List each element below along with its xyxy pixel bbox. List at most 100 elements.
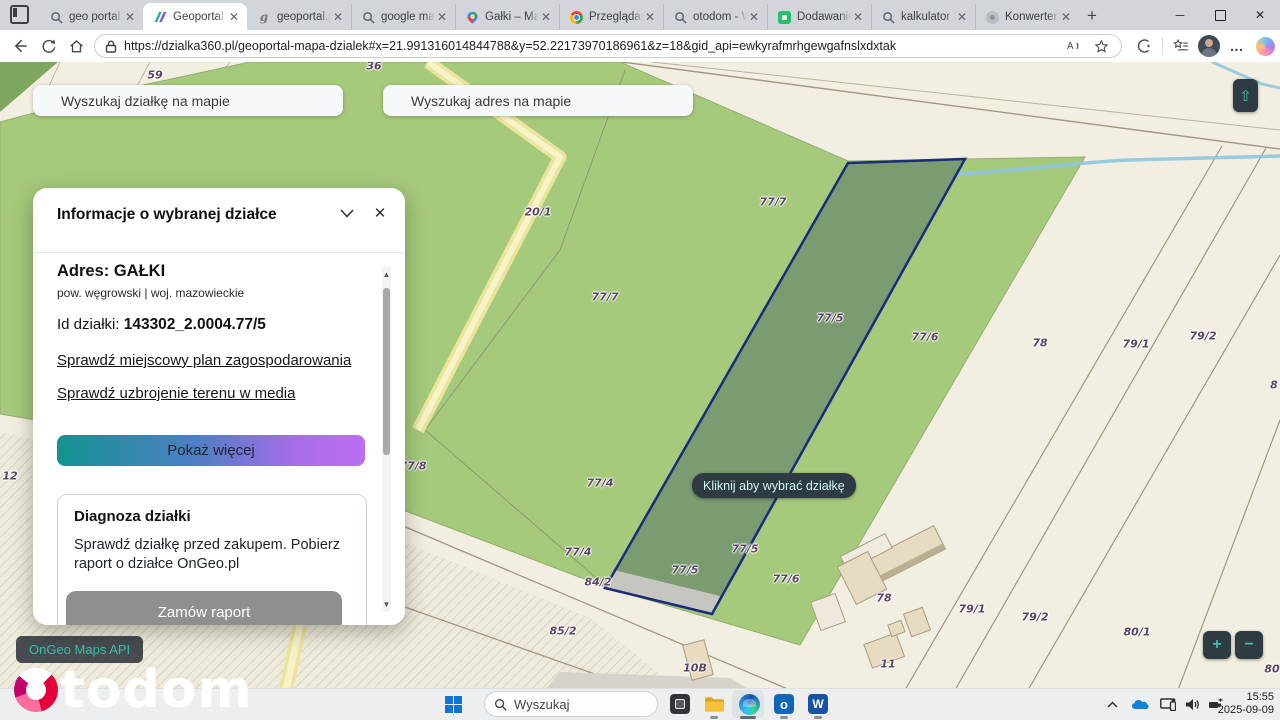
phone-link-icon[interactable] [1156, 692, 1180, 716]
clock-time: 15:55 [1218, 691, 1274, 704]
browser-essentials-icon[interactable] [1130, 33, 1158, 59]
search-favicon [673, 10, 687, 24]
lock-icon [105, 40, 117, 53]
taskbar-app-snip[interactable] [668, 692, 692, 716]
browser-toolbar: https://dzialka360.pl/geoportal-mapa-dzi… [0, 30, 1280, 63]
profile-avatar[interactable] [1195, 33, 1223, 59]
tab-label: Gałki – Map [485, 11, 539, 23]
outlook-icon[interactable]: o [772, 692, 796, 716]
home-icon[interactable] [62, 33, 90, 59]
taskbar-search[interactable]: Wyszukaj [484, 691, 658, 717]
search-favicon [49, 10, 63, 24]
tab-close-icon[interactable]: ✕ [227, 11, 241, 23]
new-tab-button[interactable]: + [1079, 7, 1107, 30]
favorite-star-icon[interactable] [1087, 33, 1115, 59]
taskbar-clock[interactable]: 15:55 2025-09-09 [1218, 691, 1274, 717]
tab-close-icon[interactable]: ✕ [331, 11, 345, 23]
tray-chevron-up-icon[interactable] [1100, 692, 1124, 716]
grayapp-favicon [985, 10, 999, 24]
tab-close-icon[interactable]: ✕ [747, 11, 761, 23]
edge-taskbar-icon[interactable] [737, 692, 761, 716]
tab-ga-ki-map[interactable]: Gałki – Map✕ [455, 4, 559, 30]
address-bar[interactable]: https://dzialka360.pl/geoportal-mapa-dzi… [94, 34, 1122, 58]
ongeo-api-badge[interactable]: OnGeo Maps API [16, 636, 143, 663]
taskbar-search-label: Wyszukaj [514, 697, 570, 712]
tab-google-map[interactable]: google map✕ [351, 4, 455, 30]
share-arrow-button[interactable]: ⇧ [1233, 79, 1258, 112]
parcel-address: Adres: GAŁKI [57, 262, 165, 281]
onedrive-cloud-icon[interactable] [1128, 692, 1152, 716]
tabs-container: geo portal 3✕Geoportal D✕ggeoportal.g✕go… [39, 0, 1079, 30]
close-panel-icon[interactable]: ✕ [369, 202, 391, 224]
tab-close-icon[interactable]: ✕ [955, 11, 969, 23]
zoom-in-button[interactable]: + [1203, 631, 1231, 659]
maximize-button[interactable] [1200, 0, 1240, 30]
read-aloud-icon[interactable]: A [1059, 33, 1087, 59]
zoom-out-button[interactable]: − [1235, 631, 1263, 659]
parcel-info-panel: Informacje o wybranej działce ✕ Adres: G… [33, 188, 405, 625]
dzialka-favicon [153, 10, 167, 24]
tab-geoportal-d[interactable]: Geoportal D✕ [143, 3, 247, 30]
diagnosis-text: Sprawdź działkę przed zakupem. Pobierz r… [74, 536, 346, 574]
tab-kalkulator-h[interactable]: kalkulator h✕ [871, 4, 975, 30]
plan-link[interactable]: Sprawdź miejscowy plan zagospodarowania [57, 352, 351, 369]
greenapp-favicon [777, 10, 791, 24]
tab-close-icon[interactable]: ✕ [539, 11, 553, 23]
tab-label: kalkulator h [901, 11, 955, 23]
tab-close-icon[interactable]: ✕ [851, 11, 865, 23]
toolbar-divider [1162, 37, 1163, 55]
tab-geo-portal-3[interactable]: geo portal 3✕ [39, 4, 143, 30]
scroll-down-icon[interactable]: ▼ [381, 600, 392, 610]
search-favicon [881, 10, 895, 24]
tab-label: Konwerter h [1005, 11, 1059, 23]
tab-label: Dodawanie [797, 11, 851, 23]
more-options-icon[interactable]: … [1223, 33, 1251, 59]
refresh-icon[interactable] [34, 33, 62, 59]
close-window-button[interactable]: ✕ [1240, 0, 1280, 30]
diagnosis-title: Diagnoza działki [74, 508, 350, 525]
tab-otodom-w[interactable]: otodom - W✕ [663, 4, 767, 30]
tab-przegl-dark[interactable]: Przeglądark✕ [559, 4, 663, 30]
panel-title: Informacje o wybranej działce [57, 206, 277, 224]
file-explorer-icon[interactable] [702, 692, 726, 716]
tab-label: Przeglądark [589, 11, 643, 23]
tab-label: otodom - W [693, 11, 747, 23]
tab-search-icon[interactable] [10, 5, 29, 24]
clock-date: 2025-09-09 [1218, 704, 1274, 717]
parcel-id-row: Id działki: 143302_2.0004.77/5 [57, 316, 266, 334]
start-button[interactable] [441, 692, 465, 716]
panel-divider [33, 252, 405, 253]
chrome-favicon [569, 10, 583, 24]
order-report-button[interactable]: Zamów raport [66, 591, 342, 625]
url-text[interactable]: https://dzialka360.pl/geoportal-mapa-dzi… [124, 39, 1059, 53]
tab-geoportal-g[interactable]: ggeoportal.g✕ [247, 4, 351, 30]
show-more-button[interactable]: Pokaż więcej [57, 435, 365, 466]
running-indicator [780, 716, 788, 719]
gletter-favicon: g [257, 10, 271, 24]
tab-close-icon[interactable]: ✕ [123, 11, 137, 23]
diagnosis-card: Diagnoza działki Sprawdź działkę przed z… [57, 494, 367, 625]
screen: geo portal 3✕Geoportal D✕ggeoportal.g✕go… [0, 0, 1280, 720]
tab-close-icon[interactable]: ✕ [643, 11, 657, 23]
back-icon[interactable] [6, 33, 34, 59]
parcel-id-value: 143302_2.0004.77/5 [124, 316, 266, 333]
tab-dodawanie[interactable]: Dodawanie✕ [767, 4, 871, 30]
tab-konwerter-h[interactable]: Konwerter h✕ [975, 4, 1079, 30]
tab-close-icon[interactable]: ✕ [1059, 11, 1073, 23]
tab-strip: geo portal 3✕Geoportal D✕ggeoportal.g✕go… [0, 0, 1280, 30]
search-address-input[interactable] [383, 85, 693, 116]
word-icon[interactable]: W [806, 692, 830, 716]
collapse-chevron-icon[interactable] [336, 202, 358, 224]
scroll-up-icon[interactable]: ▲ [381, 270, 392, 280]
search-parcel-input[interactable] [33, 85, 343, 116]
minimize-button[interactable]: ─ [1160, 0, 1200, 30]
utilities-link[interactable]: Sprawdź uzbrojenie terenu w media [57, 385, 295, 402]
parcel-id-label: Id działki: [57, 316, 124, 333]
favorites-list-icon[interactable] [1167, 33, 1195, 59]
copilot-icon[interactable] [1251, 33, 1279, 59]
running-indicator [814, 716, 822, 719]
speaker-icon[interactable] [1180, 692, 1204, 716]
tab-close-icon[interactable]: ✕ [435, 11, 449, 23]
panel-scrollbar-thumb[interactable] [383, 288, 390, 455]
mapspin-favicon [465, 10, 479, 24]
